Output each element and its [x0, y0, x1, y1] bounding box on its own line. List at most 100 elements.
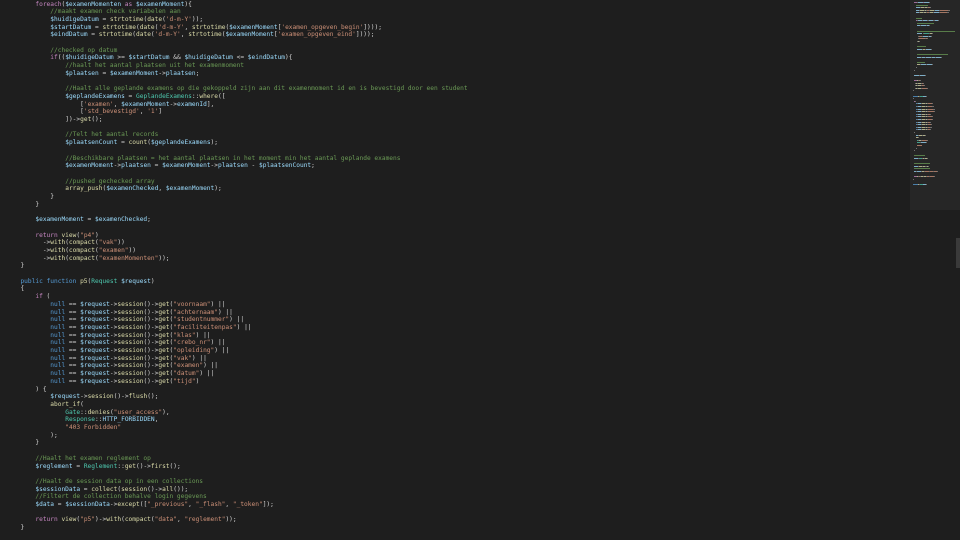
- code-token: //Beschikbare plaatsen = het aantal plaa…: [65, 154, 401, 162]
- code-line[interactable]: null == $request->session()->get("voorna…: [50, 301, 225, 309]
- code-line[interactable]: }: [35, 439, 39, 447]
- code-token: with: [50, 239, 66, 247]
- code-line[interactable]: //Haalt het examen reglement op: [35, 455, 150, 463]
- code-token: );: [210, 139, 218, 147]
- code-line[interactable]: //Haalt de session data op in een collec…: [35, 478, 203, 486]
- code-line[interactable]: $request->session()->flush();: [50, 393, 158, 401]
- code-token: ()->: [143, 316, 159, 324]
- code-line[interactable]: //Haalt alle geplande examens op die gek…: [65, 85, 467, 93]
- code-line[interactable]: null == $request->session()->get("facili…: [50, 324, 251, 332]
- code-line[interactable]: ->with(compact("examen")): [43, 247, 136, 255]
- code-token: //Haalt de session data op in een collec…: [35, 477, 204, 485]
- code-line[interactable]: }: [50, 193, 54, 201]
- code-line[interactable]: $examenMoment = $examenChecked;: [35, 216, 151, 224]
- code-token: date: [139, 23, 155, 31]
- code-line[interactable]: return view("p5")->with(compact("data", …: [35, 516, 236, 524]
- code-line[interactable]: ])->get();: [65, 116, 102, 124]
- code-line[interactable]: ['examen', $examenMoment->examenId],: [80, 101, 214, 109]
- code-line[interactable]: );: [50, 432, 57, 440]
- code-line[interactable]: null == $request->session()->get("vak") …: [50, 355, 207, 363]
- code-line[interactable]: null == $request->session()->get("opleid…: [50, 347, 229, 355]
- code-line[interactable]: null == $request->session()->get("crebo_…: [50, 339, 225, 347]
- minimap[interactable]: [910, 0, 960, 540]
- code-line[interactable]: Gate::denies("user_access"),: [65, 409, 169, 417]
- code-line[interactable]: //checked op datum: [50, 47, 117, 55]
- code-line[interactable]: {: [20, 285, 24, 293]
- code-line[interactable]: //Telt het aantal records: [65, 131, 158, 139]
- code-line[interactable]: $reglement = Reglement::get()->first();: [35, 463, 180, 471]
- code-token: get: [124, 462, 136, 470]
- code-line[interactable]: null == $request->session()->get("klas")…: [50, 332, 210, 340]
- code-token: "examen": [173, 362, 204, 370]
- code-token: null: [50, 362, 66, 370]
- code-token: plaatsen: [218, 162, 248, 170]
- code-token: 'd-m-Y': [165, 15, 192, 23]
- code-line[interactable]: $huidigeDatum = strtotime(date('d-m-Y'))…: [50, 16, 203, 24]
- code-line[interactable]: $sessionData = collect(session()->all())…: [35, 486, 188, 494]
- code-token: 'examen_opgeven_eind': [277, 31, 356, 39]
- code-token: 'examen_opgeven_begin': [281, 23, 364, 31]
- code-line[interactable]: //Beschikbare plaatsen = het aantal plaa…: [65, 155, 400, 163]
- code-line[interactable]: "403 Forbidden": [65, 424, 121, 432]
- code-line[interactable]: $data = $sessionData->except(["_previous…: [35, 501, 274, 509]
- code-line[interactable]: null == $request->session()->get("achter…: [50, 309, 233, 317]
- code-line[interactable]: if (: [35, 293, 50, 301]
- minimap-stroke: [927, 87, 929, 89]
- code-token: $eindDatum: [50, 31, 88, 39]
- vertical-scrollbar[interactable]: [956, 238, 960, 268]
- code-line[interactable]: }: [20, 262, 24, 270]
- minimap-stroke: [931, 64, 933, 66]
- code-token: $eindDatum: [247, 54, 286, 62]
- code-token: ()->: [143, 300, 159, 308]
- code-token: get: [158, 347, 170, 354]
- code-token: array_push: [65, 185, 103, 193]
- minimap-stroke: [920, 80, 922, 81]
- code-line[interactable]: public function p5(Request $request): [20, 278, 154, 286]
- code-line[interactable]: //maakt examen check variabelen aan: [50, 8, 180, 16]
- code-token: $startDatum: [50, 23, 92, 31]
- code-line[interactable]: //Filtert de collection behalve login ge…: [35, 493, 206, 501]
- code-editor[interactable]: foreach ($examenMomenten as $examenMoment…: [0, 0, 905, 540]
- code-line[interactable]: }: [20, 524, 24, 532]
- code-token: =: [124, 92, 137, 100]
- code-line[interactable]: array_push($examenChecked, $examenMoment…: [65, 185, 222, 193]
- code-line[interactable]: ->with(compact("vak")): [43, 239, 125, 247]
- code-line[interactable]: foreach($examenMomenten as $examenMoment…: [35, 1, 192, 9]
- code-token: get: [158, 362, 170, 370]
- code-line[interactable]: null == $request->session()->get("tijd"): [50, 378, 199, 386]
- code-token: session: [117, 300, 144, 308]
- code-line[interactable]: if(($huidigeDatum >= $startDatum && $hui…: [50, 54, 292, 62]
- code-token: ==: [65, 362, 81, 370]
- code-line[interactable]: abort_if(: [50, 401, 84, 409]
- code-token: "faciliteitenpas": [173, 323, 237, 331]
- code-line[interactable]: $eindDatum = strtotime(date('d-m-Y', str…: [50, 31, 374, 39]
- code-line[interactable]: ['std_bevestigd', '1']: [80, 108, 162, 116]
- code-line[interactable]: null == $request->session()->get("studen…: [50, 316, 244, 324]
- code-token: null: [50, 339, 66, 347]
- code-line[interactable]: $plaatsenCount = count($geplandeExamens)…: [65, 139, 218, 147]
- code-line[interactable]: $plaatsen = $examenMoment->plaatsen;: [65, 70, 199, 78]
- code-line[interactable]: null == $request->session()->get("datum"…: [50, 370, 214, 378]
- code-token: ()->: [143, 331, 159, 339]
- minimap-stroke: [915, 17, 922, 19]
- code-line[interactable]: Response::HTTP_FORBIDDEN,: [65, 416, 158, 424]
- code-token: $examenMoment: [109, 69, 159, 77]
- code-line[interactable]: return view("p4"): [35, 232, 98, 240]
- code-line[interactable]: ) {: [35, 386, 46, 394]
- code-line[interactable]: null == $request->session()->get("examen…: [50, 362, 218, 370]
- code-token: ]: [158, 108, 163, 116]
- code-token: where: [199, 92, 218, 100]
- minimap-stroke: [915, 67, 917, 68]
- code-token: date: [147, 15, 163, 23]
- code-line[interactable]: $examenMoment->plaatsen = $examenMoment-…: [65, 162, 315, 170]
- code-line[interactable]: //haalt het aantal plaatsen uit het exam…: [65, 62, 244, 70]
- code-line[interactable]: ->with(compact("examenMomenten"));: [43, 255, 170, 263]
- code-token: with: [50, 254, 66, 262]
- code-token: ==: [65, 377, 81, 385]
- code-line[interactable]: $startDatum = strtotime(date('d-m-Y', st…: [50, 24, 382, 32]
- code-token: ) ||: [229, 316, 245, 324]
- code-line[interactable]: $geplandeExamens = GeplandeExamens::wher…: [65, 93, 225, 101]
- code-line[interactable]: }: [35, 201, 39, 209]
- code-line[interactable]: //pushed gechecked array: [65, 178, 154, 186]
- code-token: 'd-m-Y': [158, 23, 185, 31]
